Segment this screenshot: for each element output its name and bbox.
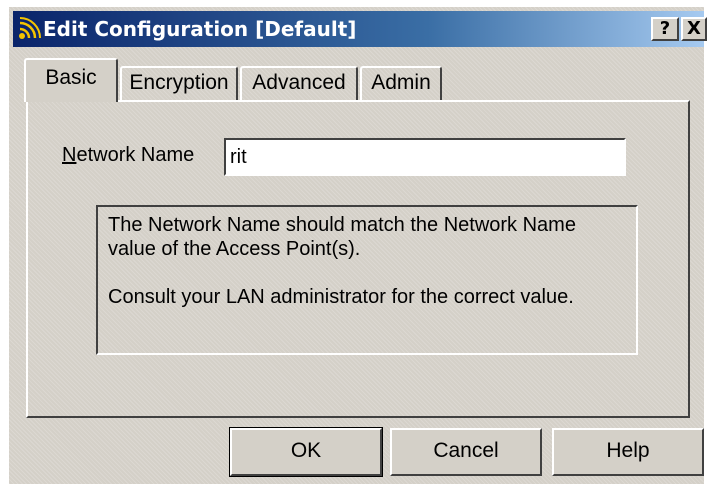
- network-name-label-text: etwork Name: [76, 144, 195, 166]
- title-bar[interactable]: Edit Configuration [Default] ? X: [13, 11, 707, 47]
- help-button[interactable]: Help: [552, 428, 704, 476]
- window-title: Edit Configuration [Default]: [43, 17, 357, 41]
- close-button[interactable]: X: [681, 17, 707, 41]
- info-text-match: The Network Name should match the Networ…: [108, 214, 576, 260]
- tab-basic[interactable]: Basic: [24, 58, 118, 102]
- context-help-button[interactable]: ?: [651, 17, 679, 41]
- network-name-input[interactable]: [224, 138, 626, 176]
- info-text-consult: Consult your LAN administrator for the c…: [108, 286, 574, 308]
- network-name-label: Network Name: [62, 144, 194, 167]
- tab-advanced[interactable]: Advanced: [240, 66, 358, 100]
- tab-encryption[interactable]: Encryption: [120, 66, 238, 100]
- network-name-accelerator: N: [62, 144, 77, 166]
- tab-admin[interactable]: Admin: [360, 66, 442, 100]
- cancel-button[interactable]: Cancel: [390, 428, 542, 476]
- info-box: The Network Name should match the Networ…: [96, 205, 638, 355]
- wireless-signal-icon: [17, 17, 41, 41]
- ok-button[interactable]: OK: [229, 427, 383, 477]
